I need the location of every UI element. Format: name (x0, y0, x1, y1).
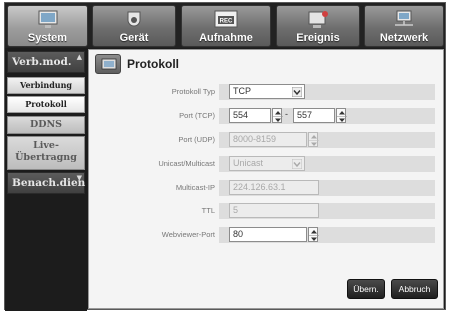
tab-netzwerk[interactable]: Netzwerk (364, 5, 444, 47)
tab-ereignis-label: Ereignis (296, 32, 340, 44)
port-tcp-from-value: 554 (233, 110, 249, 120)
sidebar-item-verbindung[interactable]: Verbindung (7, 77, 85, 94)
webviewer-port-label: Webviewer-Port (161, 230, 215, 239)
webviewer-port-value: 80 (233, 229, 244, 239)
chevron-up-icon: ▲ (76, 52, 82, 61)
ttl-label: TTL (201, 206, 215, 215)
port-range-separator: - (285, 109, 288, 119)
main-panel: Protokoll Protokoll Typ TCP Port (TCP) 5… (88, 49, 444, 309)
multicast-ip-input[interactable]: 224.126.63.1 (229, 180, 319, 195)
tab-ereignis[interactable]: Ereignis (276, 5, 360, 47)
sidebar-item-benach-dien-label: Benach.dien (12, 177, 86, 189)
monitor-icon (38, 10, 57, 28)
tab-aufnahme-label: Aufnahme (199, 32, 253, 44)
port-udp-input[interactable]: 8000-8159 (229, 132, 307, 147)
webviewer-port-stepper[interactable] (308, 227, 319, 242)
tab-system[interactable]: System (7, 5, 88, 47)
port-udp-stepper[interactable] (308, 132, 319, 147)
sidebar-item-benach-dien[interactable]: Benach.dien ▼ (7, 172, 85, 194)
alarm-icon (308, 11, 328, 28)
protokoll-typ-value: TCP (233, 86, 251, 96)
protokoll-typ-select[interactable]: TCP (229, 84, 305, 99)
record-icon: REC (214, 10, 238, 28)
protokoll-typ-label: Protokoll Typ (171, 87, 215, 96)
chevron-down-icon (292, 159, 302, 169)
sidebar-item-live-label-line1: Live- (33, 140, 59, 151)
webviewer-port-input[interactable]: 80 (229, 227, 307, 242)
sidebar-item-live-uebertragung[interactable]: Live- Übertragng (7, 136, 85, 170)
sidebar-item-ddns[interactable]: DDNS (7, 116, 85, 134)
sidebar-item-verbindung-label: Verbindung (19, 80, 73, 90)
sidebar: Verb.mod. ▲ Verbindung Protokoll DDNS Li… (5, 49, 87, 311)
port-tcp-to-stepper[interactable] (336, 108, 347, 123)
top-menu-bar: System Gerät REC Aufnahme Ereignis Netzw… (5, 3, 445, 48)
sidebar-item-ddns-label: DDNS (29, 119, 63, 130)
camera-icon (127, 11, 141, 27)
sidebar-item-verb-mod-label: Verb.mod. (12, 56, 72, 68)
tab-geraet-label: Gerät (119, 32, 149, 44)
protocol-icon (95, 54, 121, 74)
cancel-button[interactable]: Abbruch (391, 279, 438, 299)
multicast-ip-value: 224.126.63.1 (233, 182, 286, 192)
window-frame: System Gerät REC Aufnahme Ereignis Netzw… (4, 2, 446, 311)
network-icon (395, 10, 413, 26)
port-tcp-to-input[interactable]: 557 (293, 108, 335, 123)
ttl-value: 5 (233, 205, 239, 215)
sidebar-item-protokoll-label: Protokoll (25, 99, 67, 109)
apply-button[interactable]: Übern. (347, 279, 385, 299)
tab-geraet[interactable]: Gerät (92, 5, 176, 47)
tab-aufnahme[interactable]: REC Aufnahme (181, 5, 271, 47)
unicast-multicast-label: Unicast/Multicast (158, 159, 215, 168)
sidebar-item-protokoll[interactable]: Protokoll (7, 96, 85, 113)
unicast-multicast-value: Unicast (233, 158, 264, 168)
svg-text:REC: REC (220, 19, 233, 25)
chevron-down-icon (292, 87, 302, 97)
sidebar-item-live-label-line2: Übertragng (15, 152, 77, 163)
port-tcp-from-input[interactable]: 554 (229, 108, 271, 123)
multicast-ip-label: Multicast-IP (175, 183, 215, 192)
chevron-down-icon: ▼ (76, 173, 82, 182)
port-udp-label: Port (UDP) (178, 135, 215, 144)
tab-netzwerk-label: Netzwerk (379, 32, 429, 44)
port-udp-value: 8000-8159 (233, 134, 277, 144)
sidebar-item-verb-mod[interactable]: Verb.mod. ▲ (7, 51, 85, 73)
port-tcp-label: Port (TCP) (179, 111, 215, 120)
unicast-multicast-select[interactable]: Unicast (229, 156, 305, 171)
ttl-input[interactable]: 5 (229, 203, 319, 218)
tab-system-label: System (27, 32, 68, 44)
port-tcp-from-stepper[interactable] (272, 108, 283, 123)
page-title: Protokoll (127, 57, 180, 71)
port-tcp-to-value: 557 (297, 110, 313, 120)
